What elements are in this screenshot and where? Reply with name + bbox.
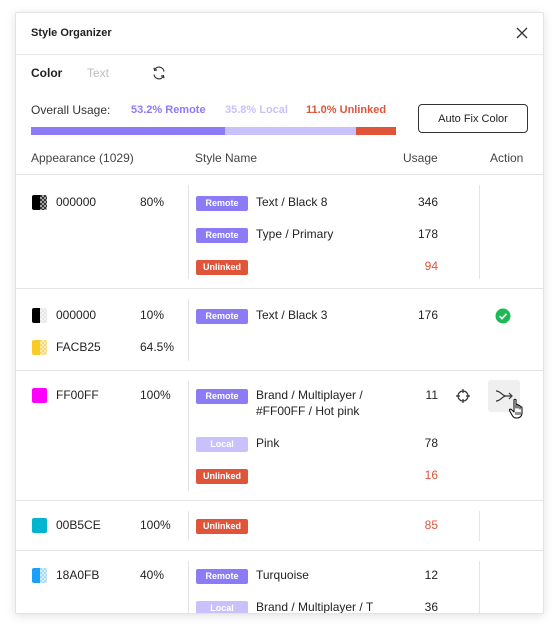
color-swatch [32,388,47,403]
usage-remote: 53.2% Remote [131,104,206,116]
badge-remote: Remote [196,196,248,211]
color-swatch [32,518,47,533]
usage-label: Overall Usage: [31,103,111,117]
style-group: FF00FF 100% Remote Brand / Multiplayer /… [16,371,543,501]
style-group: 00B5CE 100% Unlinked 85 [16,501,543,551]
divider [188,511,189,541]
usage-count: 12 [424,568,438,582]
color-hex: 18A0FB [56,568,100,582]
usage-count: 11 [425,388,438,402]
divider [188,381,189,491]
usage-bar [31,127,396,135]
divider [479,511,480,541]
style-organizer-panel: Style Organizer Color Text Overall Usage… [15,12,544,614]
color-hex: 00B5CE [56,518,101,532]
badge-unlinked: Unlinked [196,260,248,275]
badge-unlinked: Unlinked [196,519,248,534]
column-usage: Usage [403,151,438,165]
usage-count: 78 [424,436,438,450]
color-swatch [32,568,47,583]
usage-count: 346 [417,195,438,209]
usage-unlinked: 11.0% Unlinked [306,104,387,116]
badge-remote: Remote [196,228,248,243]
panel-header: Style Organizer [16,13,543,55]
check-circle-icon [495,308,511,324]
refresh-icon[interactable] [151,65,167,81]
style-name: Brand / Multiplayer / T [256,600,374,614]
color-swatch [32,308,47,323]
color-hex: 000000 [56,308,97,322]
usage-bar-unlinked [355,127,396,135]
column-action: Action [490,151,524,165]
tab-text[interactable]: Text [87,66,109,80]
color-swatch [32,195,47,210]
badge-local: Local [196,601,248,613]
usage-count: 36 [424,600,438,614]
auto-fix-color-button[interactable]: Auto Fix Color [418,104,528,133]
badge-unlinked: Unlinked [196,469,248,484]
style-name: Turquoise [256,568,309,582]
usage-local: 35.8% Local [225,104,288,116]
usage-count: 176 [417,308,438,322]
color-swatch [32,340,47,355]
style-group: 18A0FB 40% Remote Turquoise 12 Local Bra… [16,551,543,614]
style-group: 000000 10% FACB25 64.5% Remote Text / Bl… [16,289,543,371]
divider [188,185,189,279]
color-opacity: 100% [140,518,171,532]
divider [188,561,189,613]
color-opacity: 40% [140,568,165,582]
panel-title: Style Organizer [31,27,112,39]
style-name: Text / Black 3 [256,308,328,322]
color-opacity: 80% [140,195,165,209]
column-appearance: Appearance (1029) [31,151,134,165]
style-name: Pink [256,436,280,450]
color-hex: FACB25 [56,340,101,354]
column-style-name: Style Name [195,151,258,165]
close-icon[interactable] [514,25,530,41]
tab-color[interactable]: Color [31,66,62,80]
style-name: Type / Primary [256,227,334,241]
badge-local: Local [196,437,248,452]
usage-count: 16 [424,468,438,482]
usage-count: 85 [424,518,438,532]
divider [188,299,189,361]
usage-count: 178 [417,227,438,241]
usage-bar-local [225,127,356,135]
color-hex: FF00FF [56,388,99,402]
usage-bar-remote [31,127,226,135]
usage-count: 94 [424,259,438,273]
color-opacity: 64.5% [140,340,175,354]
color-hex: 000000 [56,195,97,209]
divider [479,561,480,613]
badge-remote: Remote [196,569,248,584]
style-name: Text / Black 8 [256,195,328,209]
style-name: Brand / Multiplayer / #FF00FF / Hot pink [256,388,363,418]
color-opacity: 100% [140,388,171,402]
color-opacity: 10% [140,308,165,322]
badge-remote: Remote [196,309,248,324]
hand-cursor-icon [508,398,523,419]
locate-icon[interactable] [455,388,471,404]
style-group: 000000 80% Remote Text / Black 8 346 Rem… [16,175,543,289]
divider [479,185,480,279]
badge-remote: Remote [196,389,248,404]
